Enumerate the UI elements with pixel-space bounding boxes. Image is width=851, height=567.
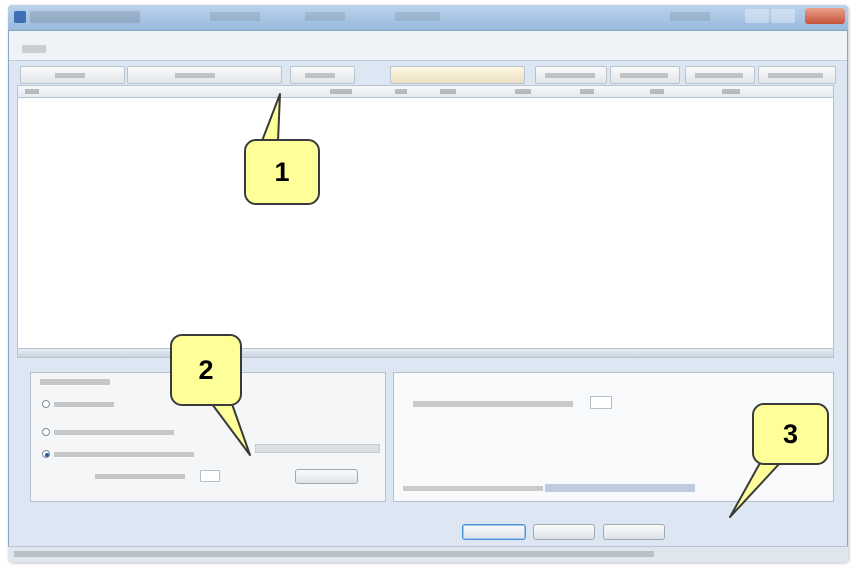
callout-3-pointer: [729, 462, 781, 518]
callout-pointers: [211, 93, 781, 518]
callout-3: 3: [752, 403, 829, 465]
callout-2-pointer: [211, 403, 251, 456]
callout-2: 2: [170, 334, 242, 406]
callout-1: 1: [244, 139, 320, 205]
callout-1-pointer: [261, 93, 281, 142]
